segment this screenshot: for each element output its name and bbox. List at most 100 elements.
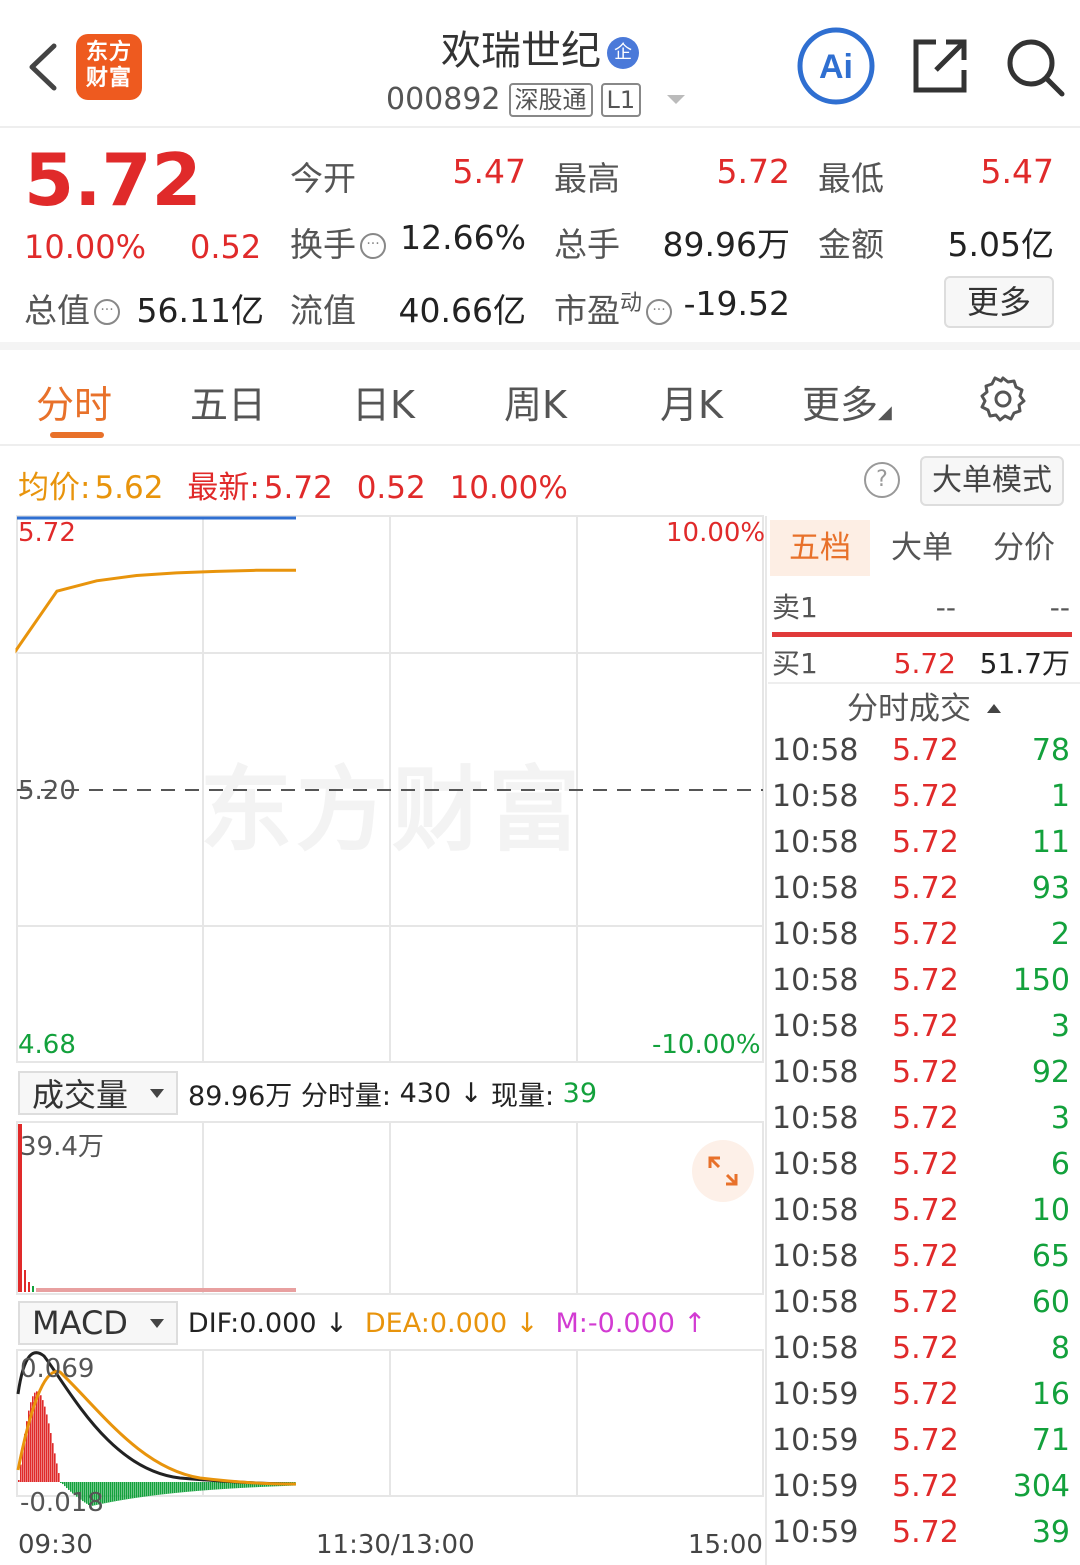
macd-bar-negative (156, 1482, 158, 1496)
macd-bar-negative (208, 1482, 210, 1491)
macd-bar-negative (194, 1482, 196, 1492)
sell1-row: 卖1 -- -- (772, 586, 1072, 630)
macd-bar-negative (162, 1482, 164, 1495)
tick-price: 5.72 (892, 1055, 959, 1090)
top-nav-bar: 东方 财富 欢瑞世纪企 000892 深股通 L1 Ai (0, 0, 1080, 128)
expand-icon[interactable] (692, 1140, 754, 1202)
tab-price-distribution[interactable]: 分价 (974, 520, 1074, 576)
macd-bar-negative (134, 1482, 136, 1499)
stock-code-row[interactable]: 000892 深股通 L1 (386, 82, 686, 117)
macd-bar-positive (54, 1453, 56, 1482)
tab-five-levels[interactable]: 五档 (770, 520, 870, 576)
macd-min-label: -0.018 (20, 1488, 104, 1518)
latest-change: 0.52 (356, 470, 426, 506)
more-fields-button[interactable]: 更多 (944, 276, 1054, 328)
tick-volume: 65 (1031, 1239, 1070, 1274)
info-dots-icon[interactable]: ··· (646, 299, 673, 325)
tick-volume: 93 (1031, 871, 1070, 906)
info-dots-icon[interactable]: ··· (94, 299, 120, 325)
tick-time: 10:58 (772, 733, 859, 768)
macd-bar-negative (184, 1482, 186, 1493)
macd-bar-negative (216, 1482, 218, 1490)
tick-row: 10:58 5.72 2 (772, 912, 1072, 958)
tick-row: 10:59 5.72 304 (772, 1464, 1072, 1510)
macd-bar-negative (62, 1482, 64, 1485)
tick-list[interactable]: 10:58 5.72 78 10:58 5.72 1 10:58 5.72 11 10:58 5.7… (772, 728, 1072, 1556)
tick-volume: 92 (1031, 1055, 1070, 1090)
tick-price: 5.72 (892, 1285, 959, 1320)
indicator-selector-macd[interactable]: MACD (18, 1301, 178, 1345)
tick-volume: 78 (1031, 733, 1070, 768)
macd-bar-negative (202, 1482, 204, 1491)
macd-bar-negative (148, 1482, 150, 1497)
tab-intraday[interactable]: 分时 (36, 374, 112, 429)
gear-icon[interactable] (978, 374, 1028, 424)
pe-value: -19.52 (683, 284, 790, 323)
caret-down-icon (150, 1088, 165, 1098)
tab-five-day[interactable]: 五日 (190, 374, 266, 429)
tick-row: 10:58 5.72 1 (772, 774, 1072, 820)
turnover-label[interactable]: 换手 ··· (290, 218, 386, 266)
share-icon[interactable] (910, 36, 970, 96)
tick-row: 10:59 5.72 39 (772, 1510, 1072, 1556)
ticks-header-label: 分时成交 (847, 691, 971, 727)
quote-panel: 5.72 10.00% 0.52 今开 5.47 最高 5.72 最低 5.47… (0, 130, 1080, 350)
stock-code: 000892 (386, 82, 501, 117)
info-dots-icon[interactable]: ··· (360, 233, 386, 259)
macd-bar-negative (186, 1482, 188, 1492)
macd-bar-negative (164, 1482, 166, 1495)
tick-price: 5.72 (892, 1469, 959, 1504)
macd-bar-positive (58, 1473, 60, 1482)
tick-row: 10:58 5.72 65 (772, 1234, 1072, 1280)
macd-bar-negative (214, 1482, 216, 1490)
macd-bar-negative (120, 1482, 122, 1501)
pct-low-label: -10.00% (652, 1030, 761, 1060)
sell1-volume: -- (1049, 591, 1070, 624)
tab-more[interactable]: 更多◢ (802, 374, 892, 429)
buy1-row: 买1 5.72 51.7万 (772, 642, 1072, 686)
volume-total: 89.96万 (188, 1080, 293, 1112)
macd-bar-negative (166, 1482, 168, 1494)
help-icon[interactable]: ? (864, 462, 900, 498)
tick-time: 10:58 (772, 1331, 859, 1366)
macd-bar-negative (106, 1482, 108, 1503)
search-icon[interactable] (1004, 36, 1066, 98)
indicator-selector-volume[interactable]: 成交量 (18, 1071, 179, 1115)
macd-bar-negative (196, 1482, 198, 1492)
tick-row: 10:58 5.72 10 (772, 1188, 1072, 1234)
open-value: 5.47 (452, 152, 526, 191)
tick-row: 10:58 5.72 92 (772, 1050, 1072, 1096)
macd-bar-negative (190, 1482, 192, 1492)
macd-header: MACD DIF:0.000 ↓ DEA:0.000 ↓ M:-0.000 ↑ (18, 1298, 706, 1348)
tick-row: 10:58 5.72 60 (772, 1280, 1072, 1326)
volume-bar (24, 1270, 26, 1292)
macd-bar-negative (116, 1482, 118, 1501)
tab-daily-k[interactable]: 日K (352, 374, 415, 429)
tick-row: 10:58 5.72 11 (772, 820, 1072, 866)
tick-price: 5.72 (892, 1515, 959, 1550)
ai-assistant-icon[interactable]: Ai (796, 26, 876, 106)
macd-bar-negative (200, 1482, 202, 1491)
active-tab-indicator (50, 432, 104, 438)
buy1-price: 5.72 (893, 647, 956, 680)
big-order-mode-button[interactable]: 大单模式 (920, 456, 1064, 506)
ticks-header[interactable]: 分时成交 (768, 682, 1080, 732)
macd-bar-positive (18, 1480, 20, 1482)
current-price: 5.72 (24, 138, 202, 222)
tick-volume: 10 (1031, 1193, 1070, 1228)
macd-dea: DEA:0.000 ↓ (364, 1307, 539, 1339)
tab-big-orders[interactable]: 大单 (872, 520, 972, 576)
total-mv-label[interactable]: 总值 ··· (24, 284, 120, 332)
current-volume: 39 (562, 1077, 598, 1109)
pe-label[interactable]: 市盈动 ··· (554, 284, 673, 332)
tick-row: 10:59 5.72 16 (772, 1372, 1072, 1418)
macd-bar-positive (44, 1406, 46, 1482)
macd-bar-negative (204, 1482, 206, 1491)
macd-bar-negative (60, 1482, 62, 1483)
avg-price-label: 均价: (18, 470, 91, 506)
tab-monthly-k[interactable]: 月K (660, 374, 723, 429)
tab-weekly-k[interactable]: 周K (504, 374, 567, 429)
chevron-down-icon[interactable] (667, 95, 686, 104)
macd-bar-negative (188, 1482, 190, 1492)
macd-bar-negative (220, 1482, 222, 1490)
